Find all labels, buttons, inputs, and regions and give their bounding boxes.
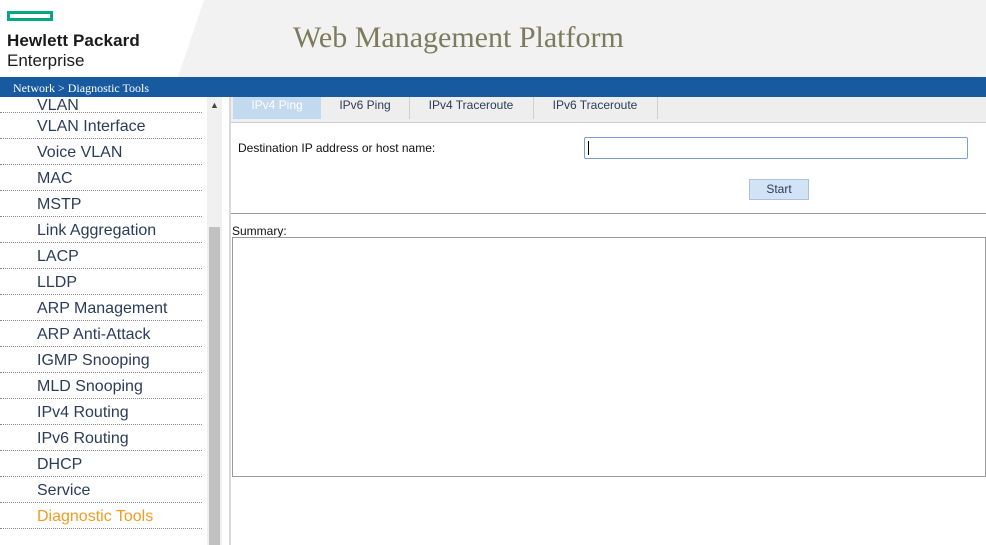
sidebar-item-mstp[interactable]: MSTP <box>0 191 202 217</box>
section-divider <box>231 213 986 214</box>
sidebar-item-arp-anti-attack[interactable]: ARP Anti-Attack <box>0 321 202 347</box>
sidebar-item-vlan-interface[interactable]: VLAN Interface <box>0 113 202 139</box>
breadcrumb: Network > Diagnostic Tools <box>13 81 150 95</box>
sidebar-item-igmp-snooping[interactable]: IGMP Snooping <box>0 347 202 373</box>
breadcrumb-bar: Network > Diagnostic Tools <box>0 77 986 97</box>
tab-ipv4-ping[interactable]: IPv4 Ping <box>233 97 321 119</box>
sidebar-item-mac[interactable]: MAC <box>0 165 202 191</box>
tab-ipv6-ping[interactable]: IPv6 Ping <box>321 97 410 119</box>
sidebar-nav-list: VLAN VLAN Interface Voice VLAN MAC MSTP … <box>0 97 202 529</box>
tab-ipv4-traceroute[interactable]: IPv4 Traceroute <box>409 97 534 119</box>
sidebar-scrollbar[interactable]: ▲ <box>207 97 222 545</box>
scroll-up-arrow-icon[interactable]: ▲ <box>207 99 222 111</box>
brand-name-line1: Hewlett Packard <box>7 31 140 50</box>
brand-name-line2: Enterprise <box>7 51 85 70</box>
sidebar-item-service[interactable]: Service <box>0 477 202 503</box>
sidebar-item-ipv4-routing[interactable]: IPv4 Routing <box>0 399 202 425</box>
sidebar-item-arp-management[interactable]: ARP Management <box>0 295 202 321</box>
sidebar-item-diagnostic-tools[interactable]: Diagnostic Tools <box>0 503 202 529</box>
sidebar-item-vlan[interactable]: VLAN <box>0 97 202 114</box>
scrollbar-thumb[interactable] <box>209 227 220 545</box>
sidebar-item-mld-snooping[interactable]: MLD Snooping <box>0 373 202 399</box>
sidebar-item-voice-vlan[interactable]: Voice VLAN <box>0 139 202 165</box>
destination-label: Destination IP address or host name: <box>238 141 436 155</box>
logo-panel: Hewlett Packard Enterprise <box>0 0 204 77</box>
sidebar-item-dhcp[interactable]: DHCP <box>0 451 202 477</box>
sidebar-item-link-aggregation[interactable]: Link Aggregation <box>0 217 202 243</box>
header: Hewlett Packard Enterprise Web Managemen… <box>0 0 986 77</box>
tab-ipv6-traceroute[interactable]: IPv6 Traceroute <box>533 97 658 119</box>
tab-bar: IPv4 Ping IPv6 Ping IPv4 Traceroute IPv6… <box>231 97 986 123</box>
hpe-logo-icon <box>7 11 53 21</box>
text-caret <box>588 141 589 155</box>
app-title: Web Management Platform <box>293 21 624 54</box>
sidebar-item-ipv6-routing[interactable]: IPv6 Routing <box>0 425 202 451</box>
summary-output-box <box>232 237 986 477</box>
sidebar: VLAN VLAN Interface Voice VLAN MAC MSTP … <box>0 97 231 545</box>
summary-label: Summary: <box>232 224 287 238</box>
sidebar-item-lldp[interactable]: LLDP <box>0 269 202 295</box>
destination-input[interactable] <box>584 137 968 159</box>
main-panel: IPv4 Ping IPv6 Ping IPv4 Traceroute IPv6… <box>231 97 986 545</box>
sidebar-item-lacp[interactable]: LACP <box>0 243 202 269</box>
start-button[interactable]: Start <box>749 179 809 200</box>
